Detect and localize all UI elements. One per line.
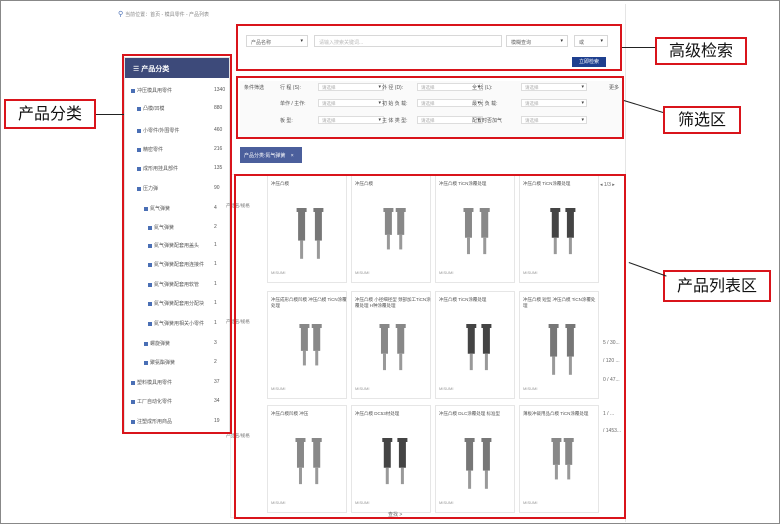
leader-line [622, 47, 655, 48]
callout-category: 产品分类 [4, 99, 96, 129]
category-highlight [122, 54, 232, 434]
search-highlight [236, 24, 622, 71]
location-pin-icon: ⚲ [118, 11, 124, 18]
callout-filter: 筛选区 [663, 106, 741, 134]
list-highlight [234, 174, 626, 519]
callout-search: 高级检索 [655, 37, 747, 65]
filter-highlight [236, 76, 624, 139]
callout-list: 产品列表区 [663, 270, 771, 302]
close-icon[interactable]: × [291, 153, 294, 159]
leader-line [96, 114, 124, 115]
active-filter-chip[interactable]: 产品分类:氮气弹簧 × [240, 147, 302, 163]
breadcrumb: ⚲ 当前位置：首页 - 模具零件 - 产品列表 [118, 11, 210, 18]
